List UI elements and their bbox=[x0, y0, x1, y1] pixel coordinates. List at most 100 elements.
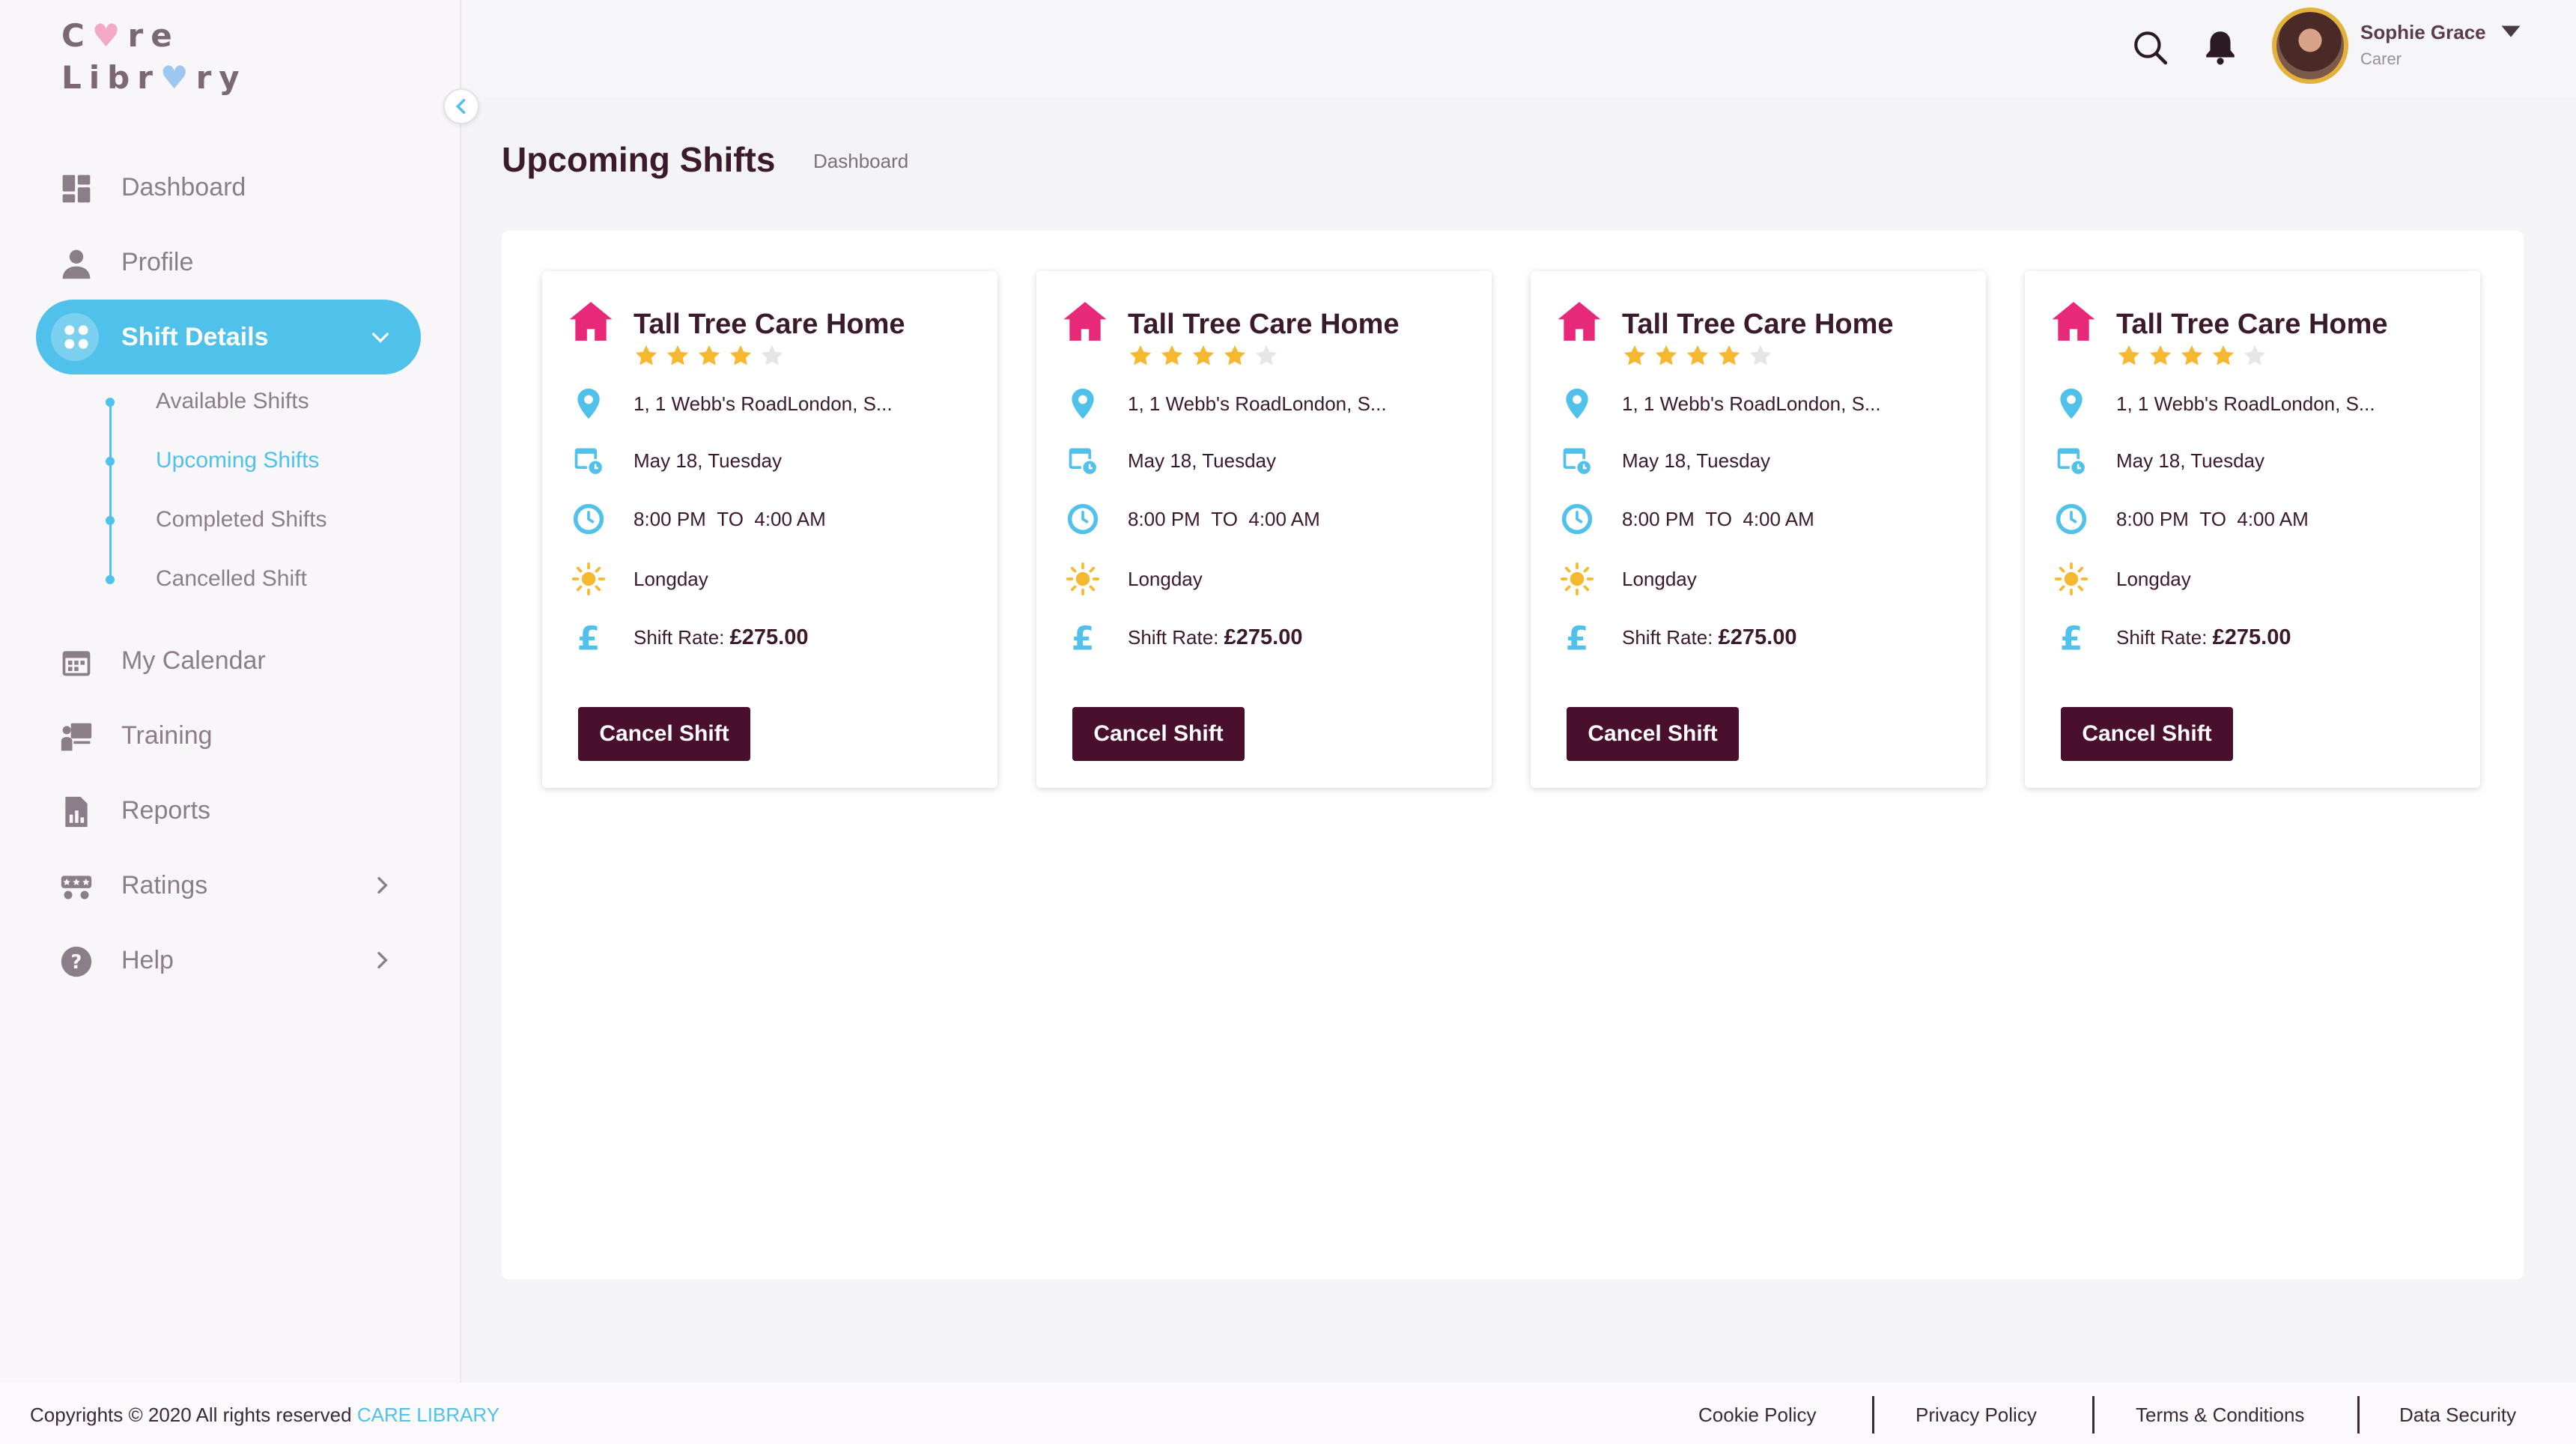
sidebar-item-label: Ratings bbox=[121, 870, 208, 900]
home-icon bbox=[569, 302, 613, 341]
cancel-shift-button[interactable]: Cancel Shift bbox=[1567, 707, 1739, 761]
sun-icon bbox=[1561, 562, 1594, 595]
sun-icon bbox=[2055, 562, 2088, 595]
sidebar: C♥re Libr♥ry Dashboard Profile Shift Det… bbox=[0, 0, 461, 1383]
star-icon bbox=[666, 345, 689, 365]
avatar[interactable] bbox=[2272, 7, 2348, 84]
sidebar-item-label: Shift Details bbox=[121, 322, 269, 351]
submenu-available-shifts[interactable]: Available Shifts bbox=[106, 380, 461, 440]
sidebar-item-label: My Calendar bbox=[121, 646, 266, 675]
care-library-logo[interactable]: C♥re Libr♥ry bbox=[61, 15, 247, 99]
star-icon bbox=[1161, 345, 1183, 365]
shift-details-submenu: Available Shifts Upcoming Shifts Complet… bbox=[106, 374, 461, 623]
shift-rate-row: £ Shift Rate: £275.00 bbox=[572, 619, 809, 656]
star-icon bbox=[1655, 345, 1677, 365]
address-row: 1, 1 Webb's RoadLondon, S... bbox=[2055, 385, 2375, 422]
breadcrumb[interactable]: Dashboard bbox=[813, 150, 908, 173]
location-pin-icon bbox=[2060, 388, 2083, 419]
caret-down-icon[interactable] bbox=[2500, 24, 2522, 39]
top-header bbox=[463, 0, 2576, 97]
shift-type-row: Longday bbox=[572, 560, 708, 598]
clock-icon bbox=[1067, 503, 1099, 535]
time-row: 8:00 PM TO 4:00 AM bbox=[1561, 500, 1814, 538]
sidebar-item-profile[interactable]: Profile bbox=[0, 225, 461, 300]
sidebar-nav: Dashboard Profile Shift Details Availabl… bbox=[0, 150, 461, 998]
star-icon bbox=[635, 345, 657, 365]
sun-icon bbox=[572, 562, 605, 595]
star-icon bbox=[1749, 345, 1772, 365]
terms-conditions-link[interactable]: Terms & Conditions bbox=[2136, 1404, 2304, 1427]
star-icon bbox=[1224, 345, 1246, 365]
location-pin-icon bbox=[1072, 388, 1094, 419]
sidebar-item-reports[interactable]: Reports bbox=[0, 773, 461, 848]
svg-text:£: £ bbox=[1566, 621, 1589, 654]
sidebar-collapse-button[interactable] bbox=[443, 88, 479, 124]
sidebar-item-training[interactable]: Training bbox=[0, 698, 461, 773]
date-row: May 18, Tuesday bbox=[1561, 442, 1770, 479]
shift-rate-row: £ Shift Rate: £275.00 bbox=[1561, 619, 1797, 656]
page-title: Upcoming Shifts bbox=[502, 140, 776, 179]
brand-link[interactable]: CARE LIBRARY bbox=[357, 1404, 499, 1426]
pound-icon: £ bbox=[577, 621, 601, 654]
sidebar-item-label: Dashboard bbox=[121, 172, 246, 201]
privacy-policy-link[interactable]: Privacy Policy bbox=[1916, 1404, 2037, 1427]
footer-divider bbox=[2357, 1396, 2360, 1434]
cancel-shift-button[interactable]: Cancel Shift bbox=[2061, 707, 2233, 761]
shift-rate-row: £ Shift Rate: £275.00 bbox=[2055, 619, 2291, 656]
star-icon bbox=[1192, 345, 1215, 365]
care-home-name[interactable]: Tall Tree Care Home bbox=[2116, 309, 2388, 341]
chevron-left-icon bbox=[455, 99, 466, 114]
clock-icon bbox=[573, 503, 604, 535]
rating-stars bbox=[1128, 343, 1279, 368]
svg-text:£: £ bbox=[577, 621, 601, 654]
chevron-right-icon bbox=[377, 877, 388, 894]
calendar-clock-icon bbox=[2057, 448, 2087, 476]
star-icon bbox=[698, 345, 720, 365]
rating-stars bbox=[2116, 343, 2267, 368]
sidebar-item-dashboard[interactable]: Dashboard bbox=[0, 150, 461, 225]
submenu-upcoming-shifts[interactable]: Upcoming Shifts bbox=[106, 440, 461, 499]
data-security-link[interactable]: Data Security bbox=[2399, 1404, 2516, 1427]
ratings-icon bbox=[61, 876, 92, 900]
search-icon[interactable] bbox=[2131, 28, 2169, 66]
footer-divider bbox=[2092, 1396, 2094, 1434]
sidebar-item-my-calendar[interactable]: My Calendar bbox=[0, 623, 461, 698]
calendar-clock-icon bbox=[1069, 448, 1099, 476]
care-home-name[interactable]: Tall Tree Care Home bbox=[634, 309, 905, 341]
training-icon bbox=[61, 723, 92, 751]
shift-card: Tall Tree Care Home 1, 1 Webb's RoadLondo… bbox=[1036, 271, 1492, 788]
date-row: May 18, Tuesday bbox=[1066, 442, 1276, 479]
date-row: May 18, Tuesday bbox=[572, 442, 782, 479]
submenu-completed-shifts[interactable]: Completed Shifts bbox=[106, 499, 461, 558]
pound-icon: £ bbox=[1566, 621, 1589, 654]
rating-stars bbox=[1622, 343, 1773, 368]
sidebar-item-shift-details[interactable]: Shift Details bbox=[36, 300, 421, 374]
star-icon bbox=[1129, 345, 1152, 365]
cookie-policy-link[interactable]: Cookie Policy bbox=[1698, 1404, 1817, 1427]
bell-icon[interactable] bbox=[2202, 28, 2239, 66]
star-icon bbox=[1718, 345, 1740, 365]
user-name[interactable]: Sophie Grace bbox=[2360, 21, 2486, 44]
shift-type-row: Longday bbox=[2055, 560, 2191, 598]
clock-icon bbox=[2056, 503, 2087, 535]
cancel-shift-button[interactable]: Cancel Shift bbox=[578, 707, 750, 761]
star-icon bbox=[1623, 345, 1646, 365]
care-home-name[interactable]: Tall Tree Care Home bbox=[1622, 309, 1894, 341]
time-row: 8:00 PM TO 4:00 AM bbox=[1066, 500, 1320, 538]
sidebar-item-ratings[interactable]: Ratings bbox=[0, 848, 461, 923]
home-icon bbox=[2052, 302, 2095, 341]
pound-icon: £ bbox=[2060, 621, 2083, 654]
sidebar-item-help[interactable]: ? Help bbox=[0, 923, 461, 998]
help-icon: ? bbox=[61, 946, 92, 977]
sidebar-item-label: Profile bbox=[121, 247, 194, 276]
cancel-shift-button[interactable]: Cancel Shift bbox=[1072, 707, 1245, 761]
star-icon bbox=[2212, 345, 2235, 365]
user-role: Carer bbox=[2360, 49, 2402, 68]
star-icon bbox=[2149, 345, 2172, 365]
location-pin-icon bbox=[577, 388, 600, 419]
care-home-name[interactable]: Tall Tree Care Home bbox=[1128, 309, 1400, 341]
rating-stars bbox=[634, 343, 785, 368]
chevron-down-icon bbox=[372, 333, 389, 343]
sun-icon bbox=[1066, 562, 1099, 595]
submenu-cancelled-shift[interactable]: Cancelled Shift bbox=[106, 558, 461, 617]
